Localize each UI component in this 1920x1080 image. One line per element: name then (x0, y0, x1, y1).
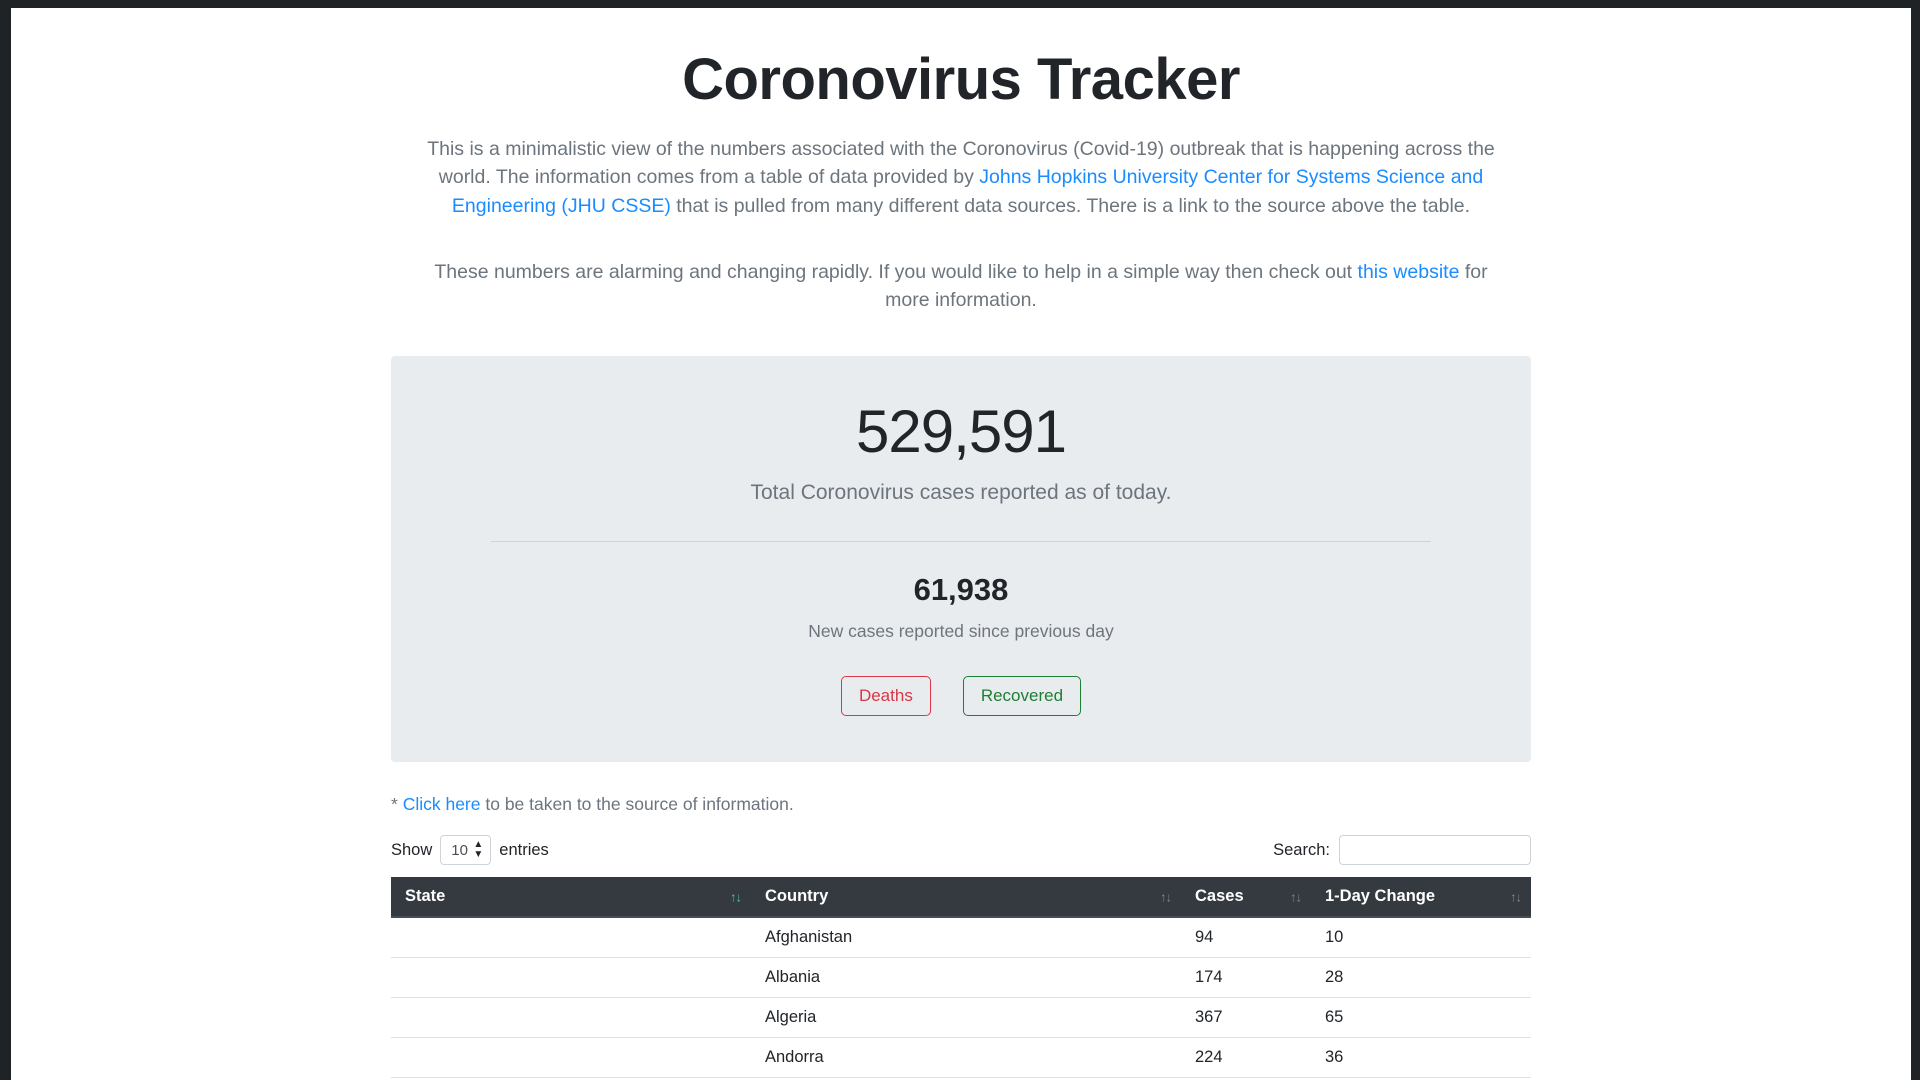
new-cases-label: New cases reported since previous day (431, 621, 1491, 642)
page-title: Coronovirus Tracker (391, 46, 1531, 113)
column-header-state[interactable]: State ↑↓ (391, 877, 751, 917)
cell-cases: 367 (1181, 998, 1311, 1038)
new-cases-value: 61,938 (431, 572, 1491, 608)
cell-cases: 94 (1181, 917, 1311, 958)
total-cases-value: 529,591 (431, 400, 1491, 463)
total-cases-label: Total Coronovirus cases reported as of t… (431, 481, 1491, 505)
source-note-asterisk: * (391, 794, 403, 814)
page-content: Coronovirus Tracker This is a minimalist… (11, 8, 1911, 1080)
table-row[interactable]: Albania 174 28 (391, 958, 1531, 998)
cell-state (391, 958, 751, 998)
cell-change: 65 (1311, 998, 1531, 1038)
cell-country: Algeria (751, 998, 1181, 1038)
table-controls: Show 10 ▲▼ entries Search: (391, 835, 1531, 865)
table-search-control: Search: (1273, 835, 1531, 865)
deaths-button[interactable]: Deaths (841, 676, 931, 716)
page-length-select-wrapper: 10 ▲▼ (440, 835, 491, 865)
intro-text-part2: that is pulled from many different data … (671, 195, 1470, 217)
table-row[interactable]: Afghanistan 94 10 (391, 917, 1531, 958)
column-header-cases-label: Cases (1195, 887, 1244, 905)
stats-card: 529,591 Total Coronovirus cases reported… (391, 356, 1531, 762)
this-website-link[interactable]: this website (1358, 261, 1460, 283)
cell-cases: 224 (1181, 1038, 1311, 1078)
window-frame-left (0, 0, 11, 1080)
cell-state (391, 1038, 751, 1078)
cell-country: Afghanistan (751, 917, 1181, 958)
cell-change: 36 (1311, 1038, 1531, 1078)
table-row[interactable]: Andorra 224 36 (391, 1038, 1531, 1078)
column-header-change-label: 1-Day Change (1325, 887, 1435, 905)
secondary-text-part1: These numbers are alarming and changing … (434, 261, 1357, 283)
page-length-control: Show 10 ▲▼ entries (391, 835, 549, 865)
column-header-country[interactable]: Country ↑↓ (751, 877, 1181, 917)
search-label: Search: (1273, 841, 1330, 860)
recovered-button[interactable]: Recovered (963, 676, 1081, 716)
cell-change: 10 (1311, 917, 1531, 958)
cell-cases: 174 (1181, 958, 1311, 998)
click-here-link[interactable]: Click here (403, 794, 481, 814)
table-header: State ↑↓ Country ↑↓ Cases ↑↓ 1-Day Cha (391, 877, 1531, 917)
column-header-change[interactable]: 1-Day Change ↑↓ (1311, 877, 1531, 917)
sort-both-icon[interactable]: ↑↓ (730, 890, 741, 903)
window-frame-top (0, 0, 1920, 8)
intro-paragraph: This is a minimalistic view of the numbe… (411, 135, 1511, 220)
cell-change: 28 (1311, 958, 1531, 998)
cell-state (391, 998, 751, 1038)
stats-divider (491, 541, 1431, 542)
column-header-cases[interactable]: Cases ↑↓ (1181, 877, 1311, 917)
column-header-country-label: Country (765, 887, 828, 905)
sort-both-icon[interactable]: ↑↓ (1160, 890, 1171, 903)
source-note: * Click here to be taken to the source o… (391, 794, 1531, 815)
cell-country: Albania (751, 958, 1181, 998)
sort-both-icon[interactable]: ↑↓ (1290, 890, 1301, 903)
stats-button-row: Deaths Recovered (431, 676, 1491, 716)
table-body: Afghanistan 94 10 Albania 174 28 Algeria… (391, 917, 1531, 1080)
cell-country: Andorra (751, 1038, 1181, 1078)
browser-viewport: Coronovirus Tracker This is a minimalist… (0, 0, 1920, 1080)
entries-label: entries (499, 841, 549, 860)
secondary-paragraph: These numbers are alarming and changing … (411, 258, 1511, 315)
coronavirus-data-table: State ↑↓ Country ↑↓ Cases ↑↓ 1-Day Cha (391, 877, 1531, 1080)
window-frame-right (1911, 0, 1920, 1080)
show-label: Show (391, 841, 432, 860)
source-note-text: to be taken to the source of information… (481, 794, 794, 814)
search-input[interactable] (1339, 835, 1531, 865)
column-header-state-label: State (405, 887, 445, 905)
cell-state (391, 917, 751, 958)
sort-both-icon[interactable]: ↑↓ (1510, 890, 1521, 903)
table-row[interactable]: Algeria 367 65 (391, 998, 1531, 1038)
table-header-row: State ↑↓ Country ↑↓ Cases ↑↓ 1-Day Cha (391, 877, 1531, 917)
main-container: Coronovirus Tracker This is a minimalist… (391, 8, 1531, 1080)
page-length-select[interactable]: 10 (440, 835, 491, 865)
